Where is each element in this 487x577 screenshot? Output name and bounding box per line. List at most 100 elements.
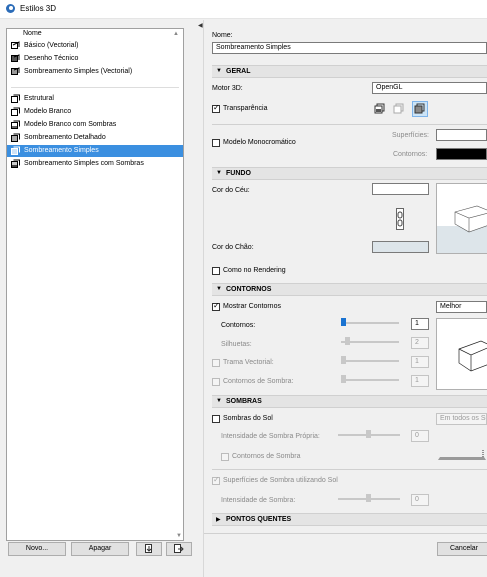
- contour-quality-select[interactable]: Melhor: [436, 301, 487, 313]
- vector-shading-icon: [11, 67, 20, 76]
- technical-drawing-icon: [11, 54, 20, 63]
- list-item-label: Desenho Técnico: [24, 55, 79, 62]
- link-chain-icon[interactable]: [396, 208, 404, 230]
- show-contours-label: Mostrar Contornos: [223, 303, 281, 310]
- shadow-surfaces-label: Superfícies de Sombra utilizando Sol: [223, 477, 338, 484]
- sun-shadows-label: Sombras do Sol: [223, 415, 273, 422]
- shadow-intensity-label: Intensidade de Sombra:: [221, 497, 296, 504]
- contours-value[interactable]: 1: [411, 318, 429, 330]
- list-item[interactable]: Sombreamento Detalhado: [7, 132, 183, 144]
- list-item-label: Modelo Branco: [24, 108, 72, 115]
- vector-hatch-checkbox[interactable]: [212, 359, 220, 367]
- list-item-selected[interactable]: Sombreamento Simples: [7, 145, 183, 157]
- sort-up-icon[interactable]: ▲: [173, 31, 179, 37]
- ground-color-label: Cor do Chão:: [212, 244, 254, 251]
- section-geral[interactable]: ▼ GERAL: [212, 65, 487, 78]
- list-item[interactable]: Modelo Branco: [7, 106, 183, 118]
- list-item-label: Sombreamento Simples: [24, 147, 99, 154]
- render-mode-icon-3-selected[interactable]: [412, 101, 428, 117]
- vector-style-icon: [11, 41, 20, 50]
- shadow-floors-select[interactable]: Em todos os Su: [436, 413, 487, 425]
- engine-value: OpenGL: [376, 84, 403, 91]
- collapse-arrow-icon: ▼: [216, 398, 222, 404]
- as-in-rendering-label: Como no Rendering: [223, 267, 286, 274]
- detailed-shading-icon: [11, 133, 20, 142]
- vector-hatch-value[interactable]: 1: [411, 356, 429, 368]
- export-icon: [174, 544, 184, 553]
- simple-shading-shadows-icon: [11, 159, 20, 168]
- import-button[interactable]: [136, 542, 162, 556]
- ground-color-swatch[interactable]: [372, 241, 429, 253]
- delete-button[interactable]: Apagar: [71, 542, 129, 556]
- white-model-shadows-icon: [11, 120, 20, 129]
- shadow-surfaces-checkbox[interactable]: ✓: [212, 475, 220, 485]
- app-icon: [6, 4, 15, 13]
- list-item-label: Sombreamento Simples (Vectorial): [24, 68, 133, 75]
- list-separator: [11, 87, 179, 88]
- shadow-intensity-slider[interactable]: [338, 494, 400, 504]
- section-sombras[interactable]: ▼ SOMBRAS: [212, 395, 487, 408]
- contours-preview: [436, 318, 487, 390]
- own-shadow-value[interactable]: 0: [411, 430, 429, 442]
- name-input[interactable]: Sombreamento Simples: [212, 42, 487, 54]
- simple-shading-icon: [11, 146, 20, 155]
- section-title: GERAL: [226, 68, 251, 75]
- sun-shadows-checkbox[interactable]: [212, 415, 220, 423]
- sky-color-swatch[interactable]: [372, 183, 429, 195]
- render-mode-icon-1[interactable]: [374, 103, 386, 117]
- section-title: SOMBRAS: [226, 398, 262, 405]
- monochrome-checkbox[interactable]: [212, 139, 220, 147]
- list-item-label: Básico (Vectorial): [24, 42, 79, 49]
- transparency-checkbox[interactable]: ✓: [212, 103, 220, 113]
- vector-hatch-slider[interactable]: [341, 356, 399, 366]
- shadow-intensity-value[interactable]: 0: [411, 494, 429, 506]
- surfaces-label: Superfícies:: [392, 132, 429, 139]
- shadow-contours-checkbox[interactable]: [212, 378, 220, 386]
- monochrome-label: Modelo Monocromático: [223, 139, 296, 146]
- export-button[interactable]: [166, 542, 192, 556]
- vector-hatch-label: Trama Vectorial:: [223, 359, 274, 366]
- list-header[interactable]: Nome ▲: [7, 29, 183, 39]
- list-item[interactable]: Básico (Vectorial): [7, 40, 183, 52]
- as-in-rendering-checkbox[interactable]: [212, 267, 220, 275]
- list-item[interactable]: Modelo Branco com Sombras: [7, 119, 183, 131]
- window-title: Estilos 3D: [20, 4, 57, 13]
- contours-color-label: Contornos:: [393, 151, 428, 158]
- section-fundo[interactable]: ▼ FUNDO: [212, 167, 487, 180]
- render-mode-icon-2[interactable]: [393, 103, 405, 117]
- list-item[interactable]: Estrutural: [7, 93, 183, 105]
- own-shadow-slider[interactable]: [338, 430, 400, 440]
- settings-panel: Nome: Sombreamento Simples ▼ GERAL Motor…: [204, 20, 487, 577]
- background-preview: [436, 183, 487, 254]
- shadow-contours-2-label: Contornos de Sombra: [232, 453, 301, 460]
- show-contours-checkbox[interactable]: ✓: [212, 301, 220, 311]
- silhouettes-slider[interactable]: [341, 337, 399, 347]
- scroll-down-icon[interactable]: ▼: [176, 533, 182, 539]
- cancel-button[interactable]: Cancelar: [437, 542, 487, 556]
- structural-icon: [11, 94, 20, 103]
- new-button[interactable]: Novo...: [8, 542, 66, 556]
- shadow-contours-2-checkbox[interactable]: [221, 453, 229, 461]
- list-item[interactable]: Desenho Técnico: [7, 53, 183, 65]
- style-list[interactable]: Nome ▲ Básico (Vectorial) Desenho Técnic…: [6, 28, 184, 541]
- shadow-contours-value[interactable]: 1: [411, 375, 429, 387]
- section-title: CONTORNOS: [226, 286, 272, 293]
- shadow-contours-slider[interactable]: [341, 375, 399, 385]
- divider: [212, 124, 487, 125]
- contours-slider[interactable]: [341, 318, 399, 328]
- list-item[interactable]: Sombreamento Simples (Vectorial): [7, 66, 183, 78]
- surfaces-color-swatch[interactable]: [436, 129, 487, 141]
- section-pontos-quentes[interactable]: ▶ PONTOS QUENTES: [212, 513, 487, 526]
- sky-color-label: Cor do Céu:: [212, 187, 250, 194]
- engine-select[interactable]: OpenGL: [372, 82, 487, 94]
- collapse-panel-icon[interactable]: ◀: [198, 22, 203, 29]
- divider: [212, 469, 487, 470]
- list-scrollbar[interactable]: ▼: [174, 39, 182, 539]
- section-contornos[interactable]: ▼ CONTORNOS: [212, 283, 487, 296]
- list-item[interactable]: Sombreamento Simples com Sombras: [7, 158, 183, 170]
- collapse-arrow-icon: ▼: [216, 286, 222, 292]
- transparency-label: Transparência: [223, 105, 268, 112]
- collapse-arrow-icon: ▼: [216, 170, 222, 176]
- silhouettes-value[interactable]: 2: [411, 337, 429, 349]
- contours-color-swatch[interactable]: [436, 148, 487, 160]
